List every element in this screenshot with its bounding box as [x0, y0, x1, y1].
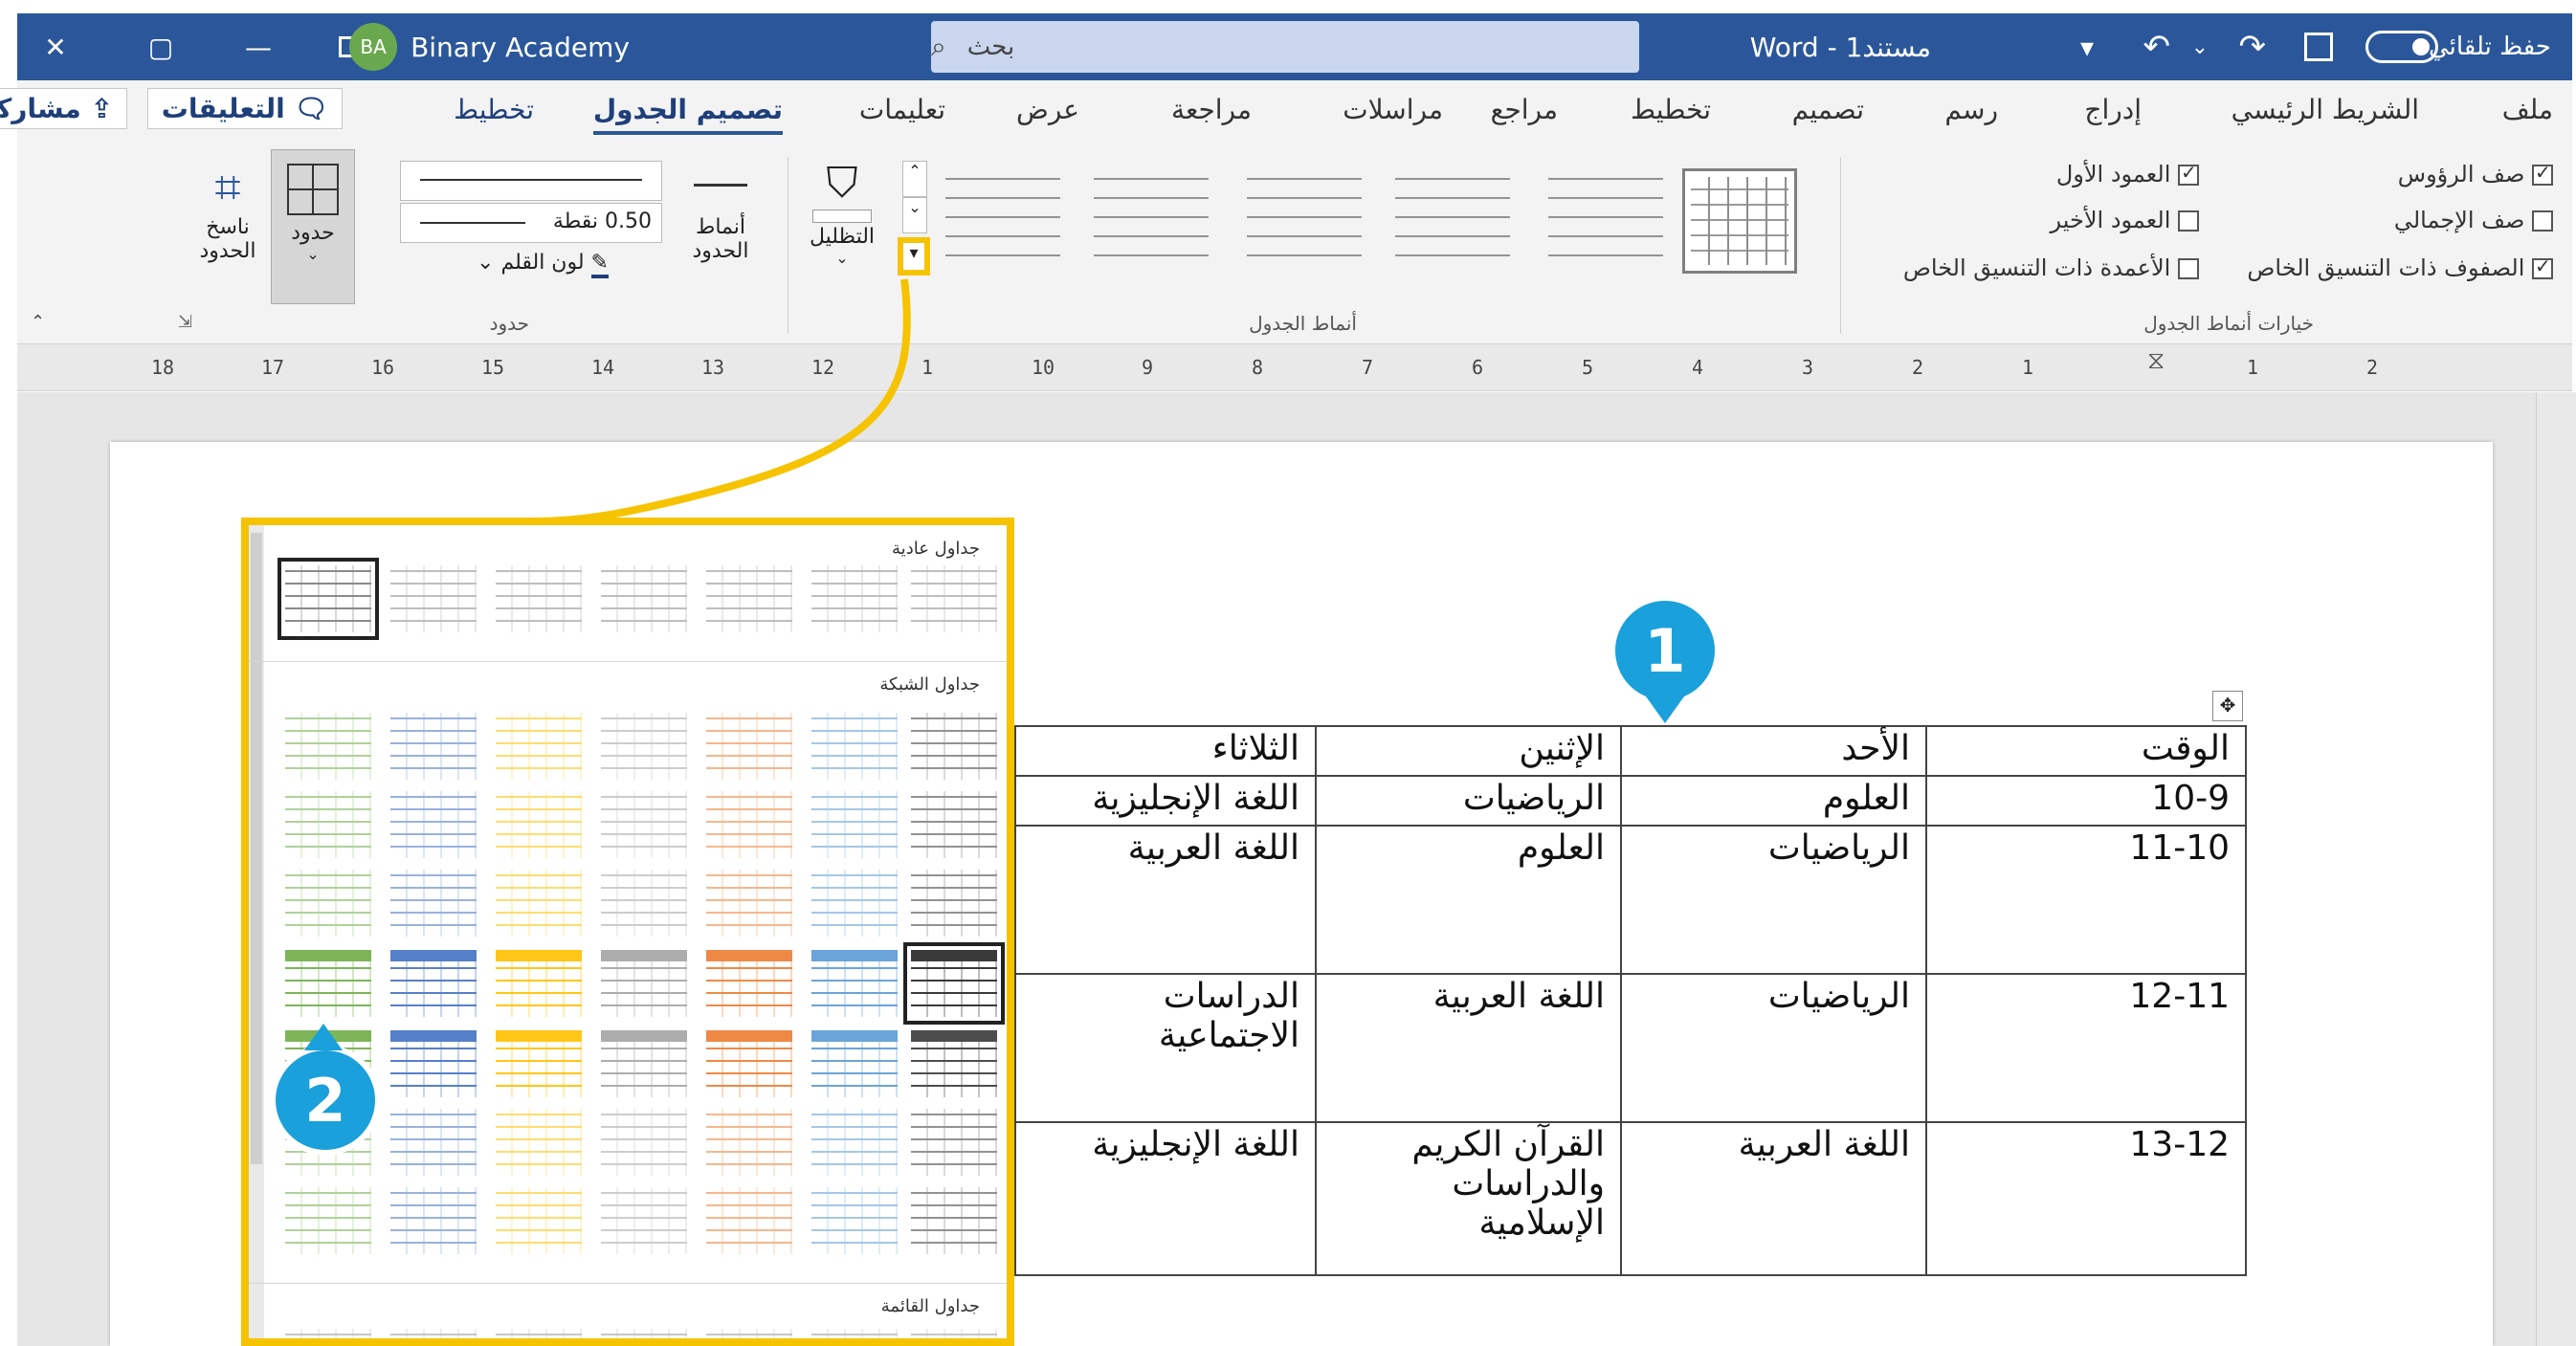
pointer-shape [304, 1024, 343, 1050]
table-style-thumbnail[interactable] [601, 870, 687, 937]
table-style-thumbnail[interactable] [496, 870, 582, 937]
plain-tables-heading: جداول عادية [892, 539, 980, 559]
table-style-thumbnail[interactable] [601, 1187, 687, 1254]
table-style-thumbnail[interactable] [496, 1030, 582, 1097]
table-style-thumbnail[interactable] [811, 1187, 898, 1254]
table-style-thumbnail[interactable] [390, 950, 477, 1017]
table-style-thumbnail[interactable] [911, 1187, 997, 1254]
table-style-thumbnail[interactable] [811, 1030, 898, 1097]
table-style-thumbnail[interactable] [496, 1109, 582, 1176]
table-style-thumbnail[interactable] [706, 870, 792, 937]
table-style-thumbnail[interactable] [496, 1329, 582, 1338]
table-style-thumbnail[interactable] [496, 1187, 582, 1254]
table-style-thumbnail[interactable] [706, 791, 792, 858]
table-style-thumbnail[interactable] [496, 713, 582, 780]
table-style-thumbnail[interactable] [601, 1030, 687, 1097]
table-style-thumbnail[interactable] [811, 565, 898, 632]
table-style-thumbnail[interactable] [706, 565, 792, 632]
table-style-thumbnail[interactable] [911, 713, 997, 780]
section-divider [249, 661, 1007, 662]
table-style-thumbnail[interactable] [390, 1030, 477, 1097]
table-style-thumbnail[interactable] [911, 870, 997, 937]
table-style-thumbnail[interactable] [285, 1329, 371, 1338]
table-style-thumbnail[interactable] [390, 1329, 477, 1338]
table-style-thumbnail[interactable] [278, 558, 379, 640]
table-style-thumbnail[interactable] [811, 713, 898, 780]
table-style-thumbnail[interactable] [911, 1109, 997, 1176]
table-style-thumbnail[interactable] [390, 713, 477, 780]
section-divider [249, 1283, 1007, 1284]
table-style-thumbnail[interactable] [496, 565, 582, 632]
table-style-thumbnail[interactable] [285, 1187, 371, 1254]
callout-badge-1: 1 [1610, 595, 1721, 706]
table-style-thumbnail[interactable] [811, 870, 898, 937]
table-style-thumbnail[interactable] [601, 791, 687, 858]
table-style-thumbnail[interactable] [811, 1109, 898, 1176]
table-style-thumbnail[interactable] [706, 1187, 792, 1254]
table-style-thumbnail[interactable] [911, 1030, 997, 1097]
table-style-thumbnail[interactable] [601, 565, 687, 632]
table-style-thumbnail[interactable] [706, 1030, 792, 1097]
table-style-thumbnail[interactable] [601, 713, 687, 780]
callout-pointer [304, 1024, 343, 1050]
table-style-thumbnail[interactable] [390, 1187, 477, 1254]
table-style-thumbnail[interactable] [390, 565, 477, 632]
list-tables-heading: جداول القائمة [880, 1296, 980, 1316]
grid-tables-heading: جداول الشبكة [879, 674, 980, 695]
callout-pointer [1646, 696, 1684, 723]
table-style-thumbnail[interactable] [706, 950, 792, 1017]
callout-badge-2: 2 [270, 1045, 381, 1156]
table-style-thumbnail[interactable] [285, 791, 371, 858]
table-style-thumbnail[interactable] [903, 942, 1005, 1025]
table-style-thumbnail[interactable] [911, 791, 997, 858]
table-style-thumbnail[interactable] [285, 950, 371, 1017]
connector-line [535, 278, 911, 525]
table-style-thumbnail[interactable] [285, 870, 371, 937]
table-style-thumbnail[interactable] [911, 565, 997, 632]
table-style-thumbnail[interactable] [285, 713, 371, 780]
table-style-thumbnail[interactable] [706, 713, 792, 780]
table-style-thumbnail[interactable] [706, 1329, 792, 1338]
table-style-thumbnail[interactable] [811, 791, 898, 858]
table-style-thumbnail[interactable] [911, 1329, 997, 1338]
table-style-thumbnail[interactable] [601, 950, 687, 1017]
pointer-shape [1646, 696, 1684, 723]
table-style-thumbnail[interactable] [706, 1109, 792, 1176]
table-style-thumbnail[interactable] [390, 870, 477, 937]
table-style-thumbnail[interactable] [601, 1329, 687, 1338]
table-style-thumbnail[interactable] [390, 1109, 477, 1176]
table-styles-gallery[interactable]: جداول عادية جداول الشبكة جداول القائمة [241, 518, 1014, 1346]
table-style-thumbnail[interactable] [390, 791, 477, 858]
table-style-thumbnail[interactable] [811, 950, 898, 1017]
gallery-scrollbar[interactable] [249, 525, 264, 1338]
table-style-thumbnail[interactable] [496, 791, 582, 858]
table-style-thumbnail[interactable] [496, 950, 582, 1017]
table-style-thumbnail[interactable] [601, 1109, 687, 1176]
table-style-thumbnail[interactable] [811, 1329, 898, 1338]
